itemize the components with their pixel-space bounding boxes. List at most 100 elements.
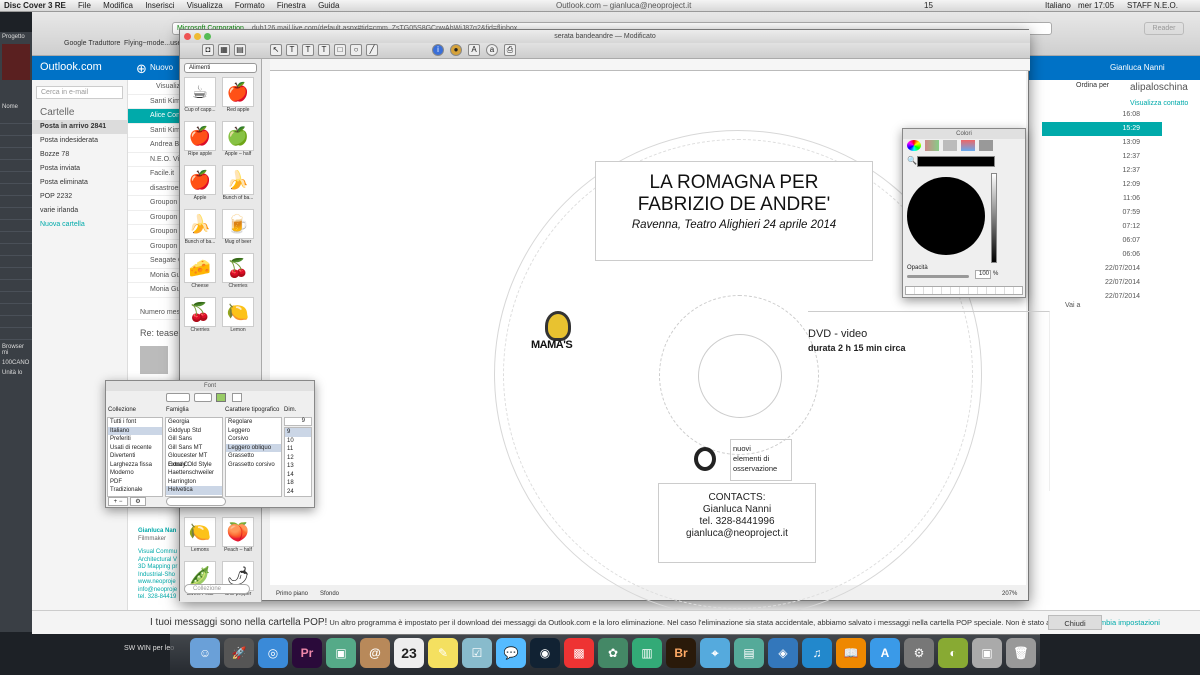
- minimize-icon[interactable]: [194, 33, 201, 40]
- clipart-item[interactable]: 🌶 Chili pepper: [220, 561, 256, 601]
- collection-item[interactable]: Usati di recente: [108, 444, 162, 453]
- size-item[interactable]: 24: [285, 488, 311, 497]
- color-wheel[interactable]: [907, 177, 985, 255]
- color-modes[interactable]: [907, 140, 1023, 152]
- crayons-icon[interactable]: [979, 140, 993, 151]
- clipart-item[interactable]: 🫛 Sweet Peas: [182, 561, 218, 601]
- gear-icon[interactable]: ⚙: [130, 497, 146, 506]
- app-menu[interactable]: Disc Cover 3 RE: [4, 1, 66, 10]
- new-folder-link[interactable]: Nuova cartella: [32, 218, 127, 232]
- collection-item[interactable]: Preferiti: [108, 435, 162, 444]
- underline-menu[interactable]: [166, 393, 190, 402]
- camera-icon[interactable]: ◘: [202, 44, 214, 56]
- calendar-icon[interactable]: 23: [394, 638, 424, 668]
- collection-item[interactable]: Divertenti: [108, 452, 162, 461]
- pointer-tool-icon[interactable]: ↖: [270, 44, 282, 56]
- neo-logo[interactable]: nuovi elementi di osservazione: [690, 439, 792, 481]
- clipart-item[interactable]: 🍒 Cherries: [220, 253, 256, 293]
- contacts-textbox[interactable]: CONTACTS: Gianluca Nanni tel. 328-844199…: [658, 483, 816, 563]
- mamas-logo[interactable]: MAMA'S: [531, 311, 597, 366]
- folder-sent[interactable]: Posta inviata: [32, 162, 127, 176]
- downloads-icon[interactable]: ▣: [972, 638, 1002, 668]
- bridge-icon[interactable]: Br: [666, 638, 696, 668]
- doc-color-swatch[interactable]: [232, 393, 242, 402]
- rectangle-tool-icon[interactable]: □: [334, 44, 346, 56]
- clipart-item[interactable]: 🍑 Peach – half: [220, 517, 256, 557]
- new-button[interactable]: Nuovo: [150, 63, 173, 72]
- opacity-slider[interactable]: [907, 275, 969, 278]
- size-item[interactable]: 14: [285, 471, 311, 480]
- collection-item[interactable]: Tutti i font: [108, 418, 162, 427]
- clipart-item[interactable]: ☕ Cup of capp...: [182, 77, 218, 117]
- finder-icon[interactable]: ☺: [190, 638, 220, 668]
- line-tool-icon[interactable]: ╱: [366, 44, 378, 56]
- typeface-item[interactable]: Grassetto: [226, 452, 281, 461]
- ibooks-icon[interactable]: 📖: [836, 638, 866, 668]
- new-icon[interactable]: ⊕: [136, 61, 147, 77]
- view-contact-link[interactable]: Visualizza contatto: [1130, 100, 1188, 107]
- colors-icon[interactable]: ●: [450, 44, 462, 56]
- text-color-swatch[interactable]: [216, 393, 226, 402]
- disc-cover-icon[interactable]: ◐: [938, 638, 968, 668]
- user-menu[interactable]: STAFF N.E.O.: [1127, 0, 1178, 12]
- units-label[interactable]: Unità lo: [0, 368, 32, 378]
- clipart-item[interactable]: 🧀 Cheese: [182, 253, 218, 293]
- itunes-icon[interactable]: ♫: [802, 638, 832, 668]
- size-input[interactable]: 9: [284, 417, 312, 426]
- tab-background[interactable]: Sfondo: [320, 591, 339, 597]
- clipart-item[interactable]: 🍎 Apple: [182, 165, 218, 205]
- family-item[interactable]: Harrington: [166, 478, 222, 487]
- family-item[interactable]: Gloucester MT Extra C: [166, 452, 222, 468]
- maps-icon[interactable]: ⌖: [700, 638, 730, 668]
- keynote-icon[interactable]: ◈: [768, 638, 798, 668]
- launchpad-icon[interactable]: 🚀: [224, 638, 254, 668]
- title-textbox[interactable]: LA ROMAGNA PER FABRIZIO DE ANDRE' Ravenn…: [595, 161, 873, 261]
- swatch-row[interactable]: [905, 286, 1023, 295]
- contacts-icon[interactable]: @: [360, 638, 390, 668]
- family-item[interactable]: Gill Sans: [166, 435, 222, 444]
- trash-icon[interactable]: 🗑: [1006, 638, 1036, 668]
- avatar[interactable]: [140, 346, 168, 374]
- search-input[interactable]: Cerca in e-mail: [36, 86, 123, 99]
- size-item[interactable]: 12: [285, 454, 311, 463]
- size-item[interactable]: 11: [285, 445, 311, 454]
- info-icon[interactable]: i: [432, 44, 444, 56]
- numbers-icon[interactable]: ▥: [632, 638, 662, 668]
- add-remove-buttons[interactable]: + −: [108, 497, 128, 506]
- clipart-item[interactable]: 🍺 Mug of beer: [220, 209, 256, 249]
- typeface-item[interactable]: Leggero obliquo: [226, 443, 281, 452]
- color-wheel-icon[interactable]: [907, 140, 921, 151]
- strike-menu[interactable]: [194, 393, 212, 402]
- menu-visualizza[interactable]: Visualizza: [187, 1, 223, 10]
- sliders-icon[interactable]: [925, 140, 939, 151]
- category-select[interactable]: Alimenti: [184, 63, 257, 73]
- font-search-input[interactable]: [166, 497, 226, 506]
- spectrum-icon[interactable]: [961, 140, 975, 151]
- project-thumbnail[interactable]: [2, 44, 30, 80]
- collection-item[interactable]: Tradizionale: [108, 486, 162, 495]
- clipart-item[interactable]: 🍋 Lemons: [182, 517, 218, 557]
- curved-text-icon[interactable]: T: [318, 44, 330, 56]
- photos-icon[interactable]: ✿: [598, 638, 628, 668]
- clipart-item[interactable]: 🍎 Ripe apple: [182, 121, 218, 161]
- collection-item[interactable]: PDF: [108, 478, 162, 487]
- collection-item[interactable]: Moderno: [108, 469, 162, 478]
- folder-varie[interactable]: varie irlanda: [32, 204, 127, 218]
- messages-icon[interactable]: 💬: [496, 638, 526, 668]
- reminders-icon[interactable]: ☑: [462, 638, 492, 668]
- photo-booth-icon[interactable]: ▩: [564, 638, 594, 668]
- family-item[interactable]: Gill Sans MT: [166, 444, 222, 453]
- drive-label[interactable]: 100CANO: [0, 358, 32, 368]
- family-item[interactable]: Georgia: [166, 418, 222, 427]
- close-button[interactable]: Chiudi: [1048, 615, 1102, 630]
- typeface-list[interactable]: Regolare Leggero Corsivo Leggero obliquo Gra…: [225, 417, 282, 497]
- collection-search[interactable]: Collezione: [184, 584, 250, 594]
- menu-modifica[interactable]: Modifica: [103, 1, 133, 10]
- typeface-item[interactable]: Corsivo: [226, 435, 281, 444]
- premiere-icon[interactable]: Pr: [292, 638, 322, 668]
- folder-inbox[interactable]: Posta in arrivo 2841: [32, 120, 127, 134]
- folder-drafts[interactable]: Bozze 78: [32, 148, 127, 162]
- text-tool-icon[interactable]: T: [302, 44, 314, 56]
- typeface-item[interactable]: Grassetto corsivo: [226, 461, 281, 470]
- layout-icon[interactable]: ▦: [218, 44, 230, 56]
